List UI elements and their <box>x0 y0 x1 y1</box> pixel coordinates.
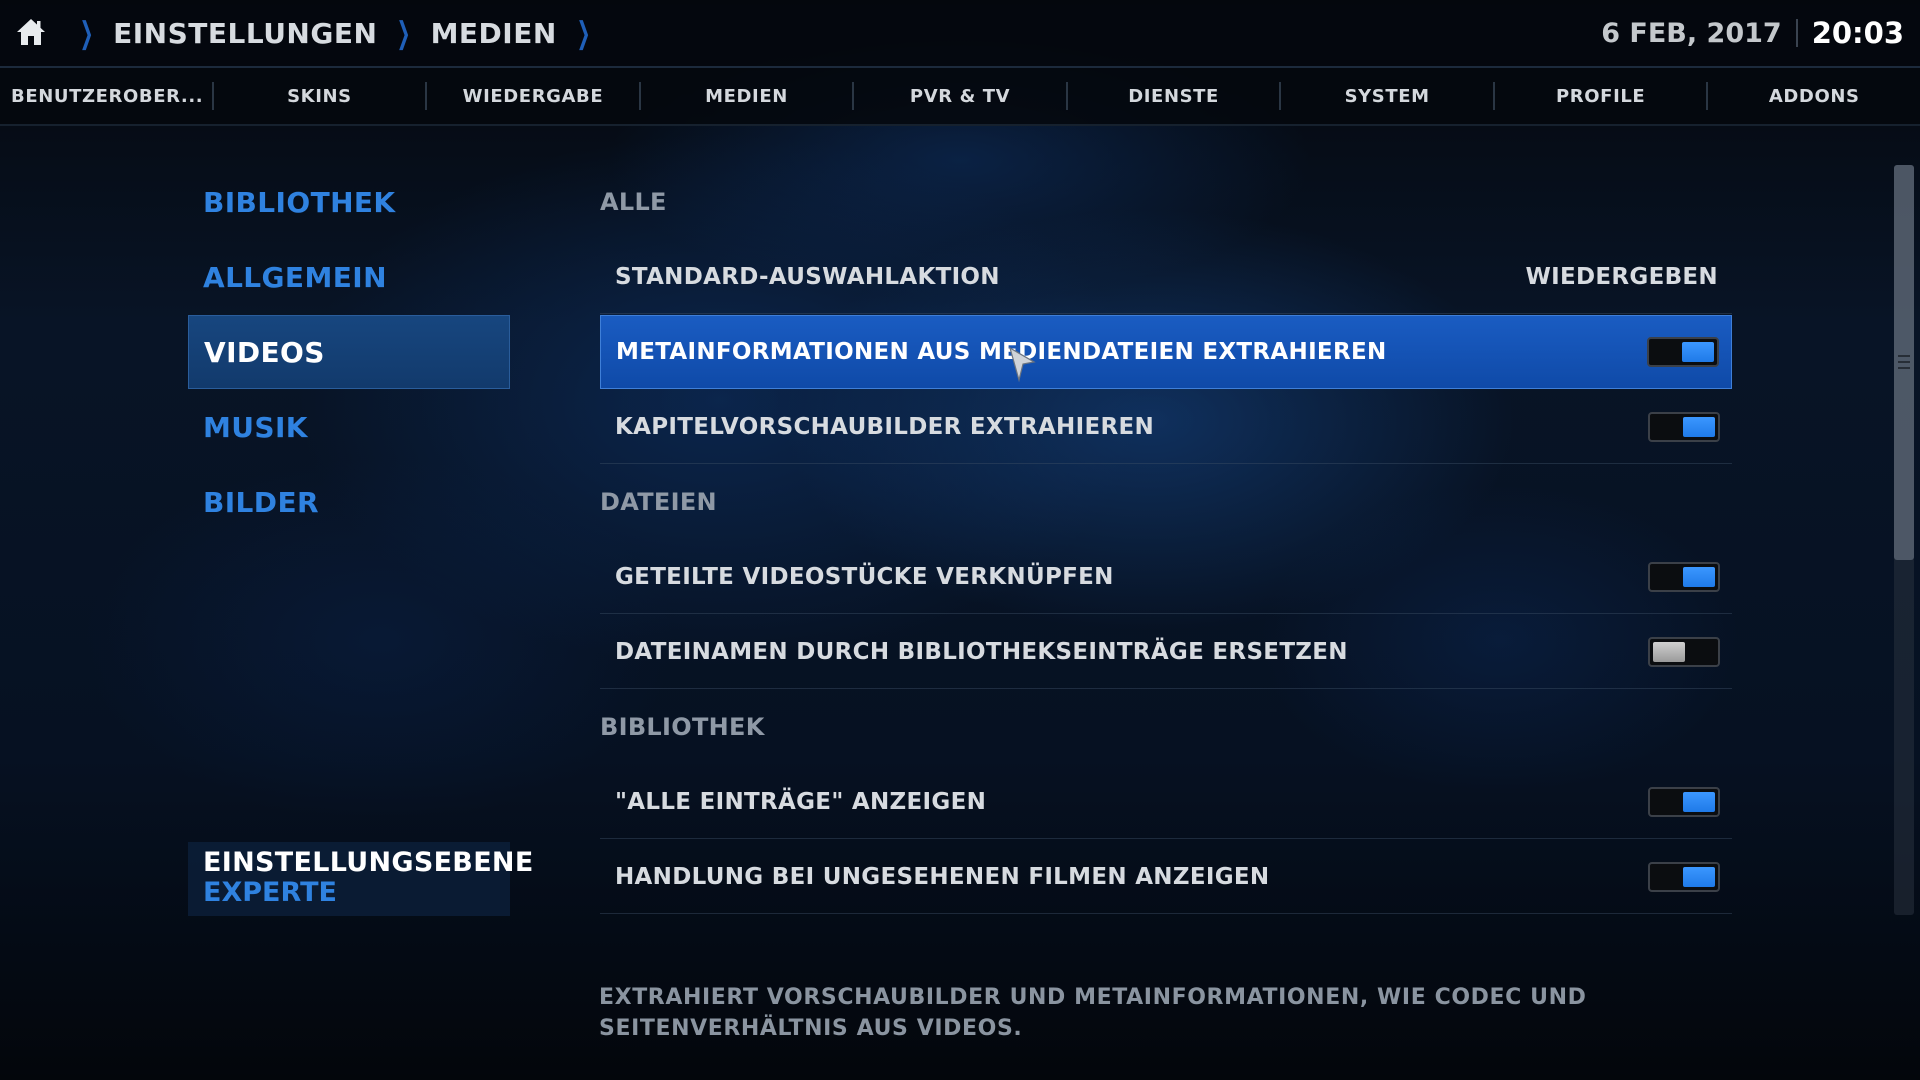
setting-label: STANDARD-AUSWAHLAKTION <box>615 263 1000 290</box>
chevron-right-icon: ❯ <box>576 15 591 51</box>
toggle-switch[interactable] <box>1648 861 1720 892</box>
tab-skins[interactable]: SKINS <box>214 68 426 124</box>
toggle-knob <box>1683 566 1715 587</box>
section-header-alle: ALLE <box>600 188 667 216</box>
toggle-switch[interactable] <box>1648 786 1720 817</box>
tab-profile[interactable]: PROFILE <box>1495 68 1707 124</box>
scrollbar[interactable] <box>1894 165 1914 915</box>
sidebar-item-bibliothek[interactable]: BIBLIOTHEK <box>188 165 510 239</box>
setting-description: EXTRAHIERT VORSCHAUBILDER UND METAINFORM… <box>599 985 1587 1041</box>
toggle-knob <box>1683 791 1715 812</box>
sidebar-item-label: BIBLIOTHEK <box>203 185 396 219</box>
tab-benutzeroberflaeche[interactable]: BENUTZEROBER... <box>0 68 212 124</box>
tab-label: SKINS <box>287 85 352 107</box>
breadcrumb-item-einstellungen[interactable]: EINSTELLUNGEN <box>113 17 377 50</box>
toggle-switch[interactable] <box>1648 561 1720 592</box>
tab-label: PROFILE <box>1556 85 1646 107</box>
home-icon[interactable] <box>14 15 48 49</box>
tab-medien[interactable]: MEDIEN <box>641 68 853 124</box>
sidebar-item-label: ALLGEMEIN <box>203 260 387 294</box>
settings-level-button[interactable]: EINSTELLUNGSEBENE EXPERTE <box>188 842 534 916</box>
toggle-knob <box>1683 416 1715 437</box>
top-bar: ❯ EINSTELLUNGEN ❯ MEDIEN ❯ 6 FEB, 2017 2… <box>0 0 1920 68</box>
setting-row-handlung-ungesehen[interactable]: HANDLUNG BEI UNGESEHENEN FILMEN ANZEIGEN <box>600 840 1732 914</box>
setting-label: KAPITELVORSCHAUBILDER EXTRAHIEREN <box>615 413 1155 440</box>
setting-label: METAINFORMATIONEN AUS MEDIENDATEIEN EXTR… <box>616 339 1387 365</box>
setting-row-kapitelvorschaubilder[interactable]: KAPITELVORSCHAUBILDER EXTRAHIEREN <box>600 390 1732 464</box>
setting-value: WIEDERGEBEN <box>1525 263 1718 290</box>
breadcrumb-item-medien: MEDIEN <box>430 16 557 50</box>
setting-row-dateinamen-ersetzen[interactable]: DATEINAMEN DURCH BIBLIOTHEKSEINTRÄGE ERS… <box>600 615 1732 689</box>
tab-label: BENUTZEROBER... <box>11 85 204 107</box>
sidebar-item-label: VIDEOS <box>204 335 325 369</box>
sidebar-item-label: MUSIK <box>203 410 308 444</box>
setting-label: HANDLUNG BEI UNGESEHENEN FILMEN ANZEIGEN <box>615 863 1270 890</box>
breadcrumb: ❯ EINSTELLUNGEN ❯ MEDIEN ❯ <box>60 0 610 66</box>
sidebar-item-allgemein[interactable]: ALLGEMEIN <box>188 240 510 314</box>
chevron-right-icon: ❯ <box>79 15 94 51</box>
setting-label: DATEINAMEN DURCH BIBLIOTHEKSEINTRÄGE ERS… <box>615 638 1348 665</box>
settings-level-value: EXPERTE <box>203 877 337 908</box>
scroll-grip-line <box>1898 367 1910 369</box>
time-text: 20:03 <box>1811 16 1904 50</box>
setting-row-metainformationen[interactable]: METAINFORMATIONEN AUS MEDIENDATEIEN EXTR… <box>600 315 1732 389</box>
tab-addons[interactable]: ADDONS <box>1708 68 1920 124</box>
sidebar-item-musik[interactable]: MUSIK <box>188 390 510 464</box>
scroll-grip-line <box>1898 361 1910 363</box>
settings-level-title: EINSTELLUNGSEBENE <box>203 847 534 878</box>
kodi-settings-screen: ❯ EINSTELLUNGEN ❯ MEDIEN ❯ 6 FEB, 2017 2… <box>0 0 1920 1080</box>
toggle-knob <box>1682 342 1714 362</box>
sidebar-item-videos[interactable]: VIDEOS <box>188 315 510 389</box>
scrollbar-thumb[interactable] <box>1894 165 1914 560</box>
tab-label: ADDONS <box>1768 85 1860 107</box>
chevron-right-icon: ❯ <box>397 15 411 51</box>
sidebar-item-label: BILDER <box>203 485 319 519</box>
clock-divider <box>1795 19 1798 47</box>
tab-label: PVR & TV <box>909 85 1011 107</box>
section-header-bibliothek: BIBLIOTHEK <box>600 713 765 741</box>
section-header-dateien: DATEIEN <box>600 488 717 516</box>
setting-row-alle-eintraege[interactable]: "ALLE EINTRÄGE" ANZEIGEN <box>600 765 1732 839</box>
tab-label: DIENSTE <box>1128 85 1219 107</box>
toggle-knob <box>1683 866 1715 887</box>
toggle-switch[interactable] <box>1648 636 1720 667</box>
toggle-switch[interactable] <box>1648 411 1720 442</box>
tab-system[interactable]: SYSTEM <box>1281 68 1493 124</box>
tab-dienste[interactable]: DIENSTE <box>1068 68 1280 124</box>
category-tabs: BENUTZEROBER... SKINS WIEDERGABE MEDIEN … <box>0 68 1920 126</box>
tab-label: MEDIEN <box>705 85 788 107</box>
setting-row-standard-auswahlaktion[interactable]: STANDARD-AUSWAHLAKTION WIEDERGEBEN <box>600 240 1732 314</box>
clock: 6 FEB, 2017 20:03 <box>1601 0 1904 66</box>
toggle-switch[interactable] <box>1647 337 1719 367</box>
tab-label: SYSTEM <box>1344 85 1430 107</box>
mouse-pointer-icon <box>1009 346 1036 383</box>
tab-label: WIEDERGABE <box>462 85 604 107</box>
tab-wiedergabe[interactable]: WIEDERGABE <box>427 68 639 124</box>
toggle-knob <box>1653 641 1685 662</box>
tab-pvr-tv[interactable]: PVR & TV <box>854 68 1066 124</box>
setting-label: "ALLE EINTRÄGE" ANZEIGEN <box>615 788 987 815</box>
sidebar-item-bilder[interactable]: BILDER <box>188 465 510 539</box>
scroll-grip-line <box>1898 355 1910 357</box>
setting-row-videostuecke-verknuepfen[interactable]: GETEILTE VIDEOSTÜCKE VERKNÜPFEN <box>600 540 1732 614</box>
date-text: 6 FEB, 2017 <box>1601 17 1782 49</box>
setting-label: GETEILTE VIDEOSTÜCKE VERKNÜPFEN <box>615 563 1114 590</box>
